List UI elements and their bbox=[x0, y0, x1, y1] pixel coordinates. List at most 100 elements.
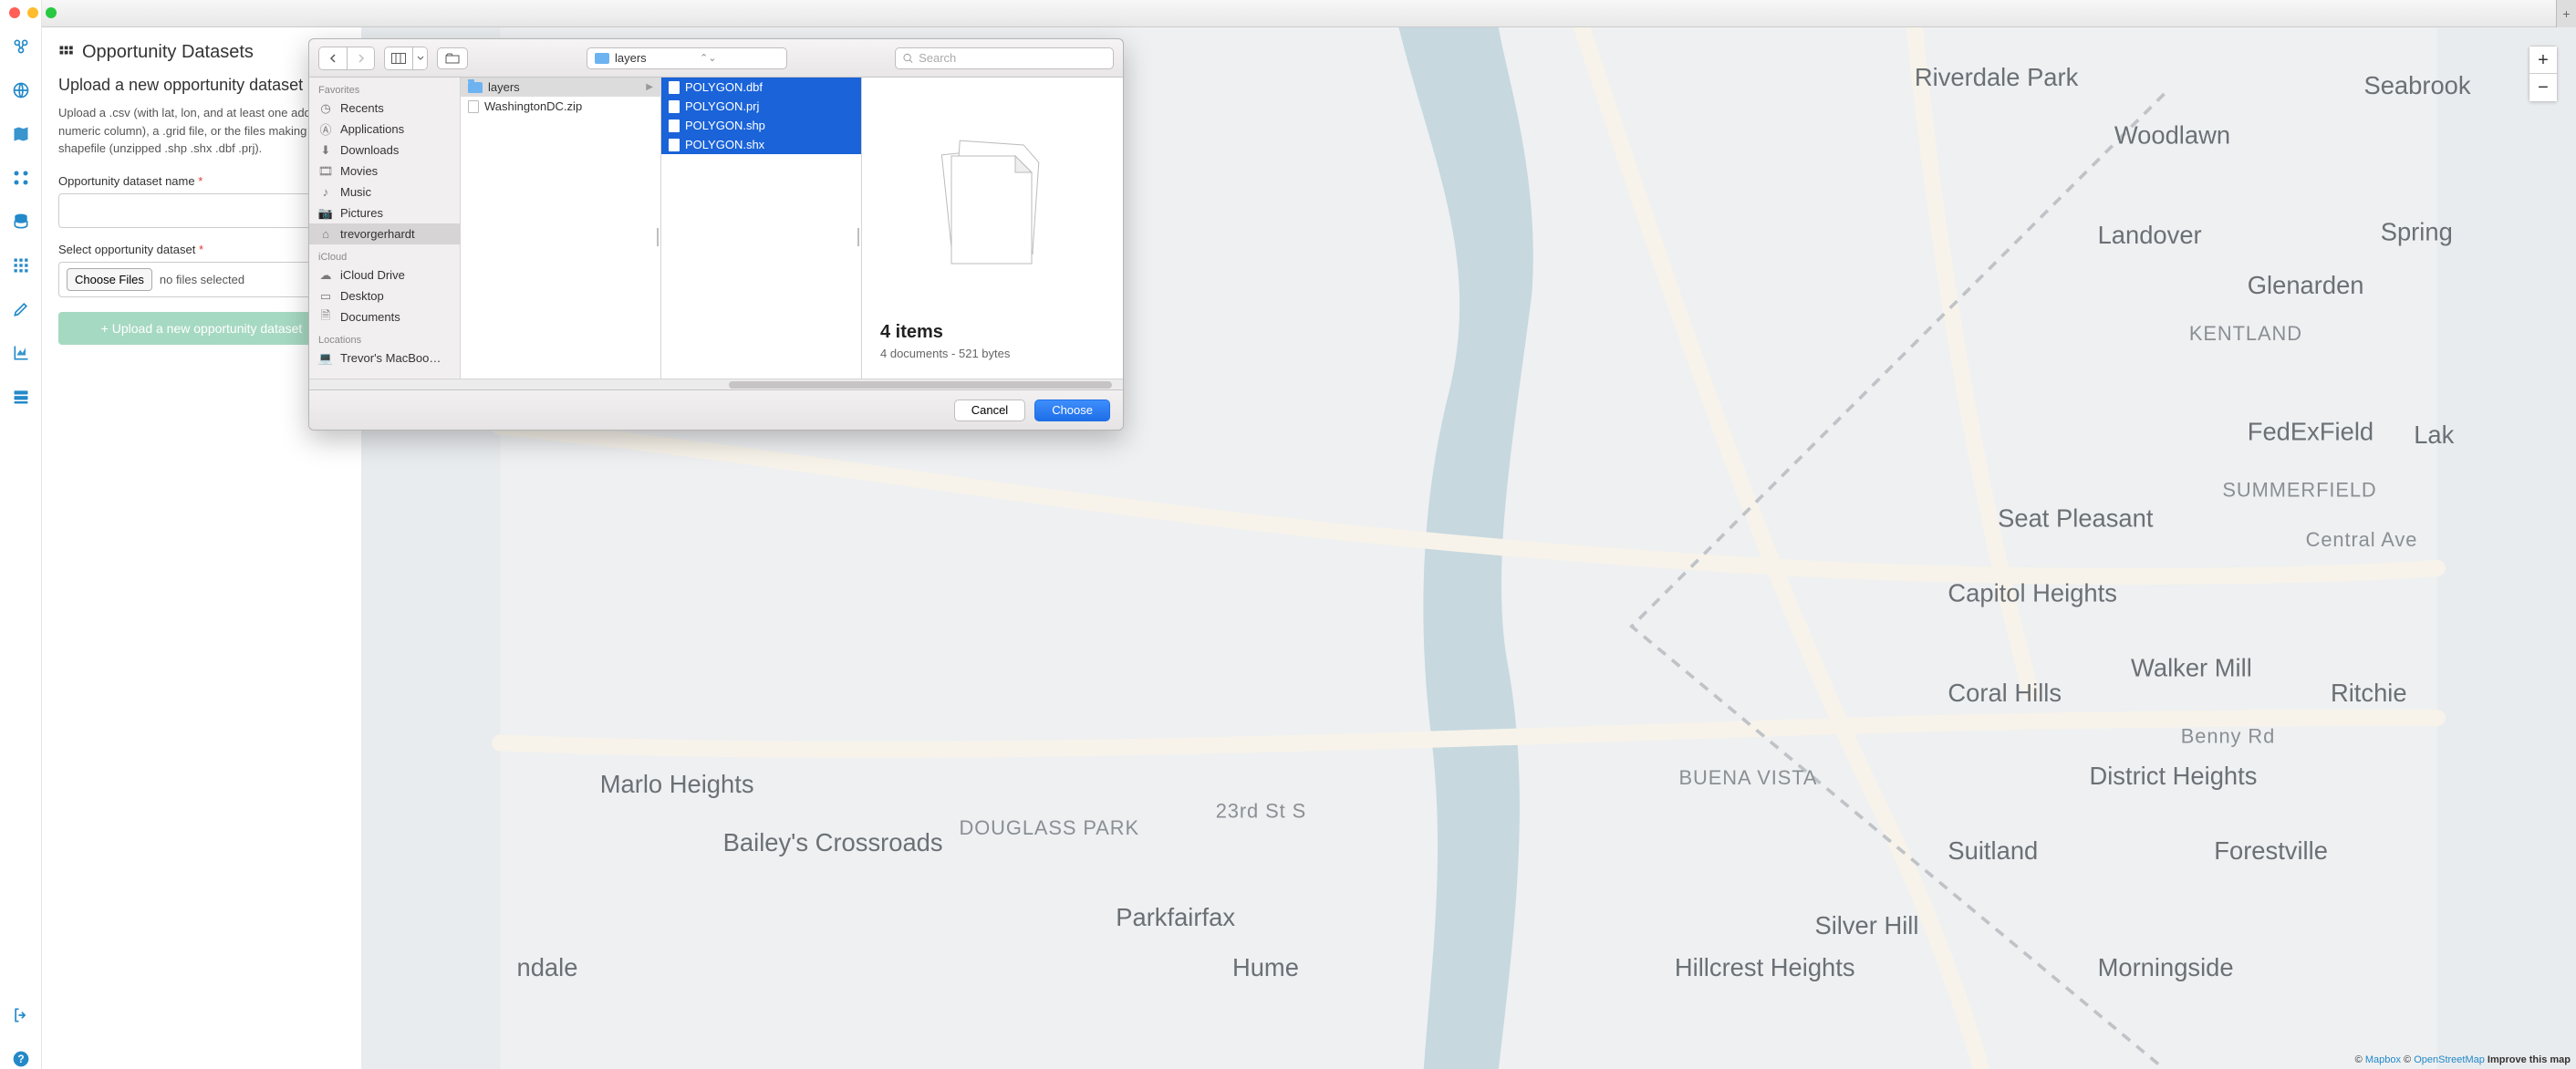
nav-rail: ? bbox=[0, 0, 42, 1069]
svg-text:Seabrook: Seabrook bbox=[2363, 71, 2470, 99]
list-item[interactable]: WashingtonDC.zip bbox=[461, 97, 660, 116]
sidebar-item-applications[interactable]: ⒶApplications bbox=[309, 119, 460, 140]
window-titlebar bbox=[0, 0, 2576, 27]
svg-text:District Heights: District Heights bbox=[2089, 762, 2257, 790]
svg-text:Central Ave: Central Ave bbox=[2306, 528, 2418, 551]
grid-icon bbox=[58, 45, 75, 61]
nav-grid-icon[interactable] bbox=[11, 255, 31, 275]
svg-text:Woodlawn: Woodlawn bbox=[2114, 121, 2230, 150]
svg-text:Capitol Heights: Capitol Heights bbox=[1948, 578, 2117, 607]
sidebar-item-machine[interactable]: 💻Trevor's MacBoo… bbox=[309, 348, 460, 368]
zoom-in-button[interactable]: + bbox=[2529, 47, 2557, 74]
file-icon bbox=[669, 100, 680, 113]
dataset-name-input[interactable] bbox=[58, 193, 345, 228]
zoom-out-button[interactable]: − bbox=[2529, 74, 2557, 101]
file-icon bbox=[669, 139, 680, 151]
dialog-toolbar: layers ⌃⌄ bbox=[309, 39, 1123, 78]
sidebar-item-desktop[interactable]: ▭Desktop bbox=[309, 285, 460, 306]
svg-text:SUMMERFIELD: SUMMERFIELD bbox=[2222, 478, 2376, 501]
nav-globe-icon[interactable] bbox=[11, 80, 31, 100]
svg-text:Forestville: Forestville bbox=[2214, 836, 2328, 865]
svg-text:Ritchie: Ritchie bbox=[2331, 679, 2407, 707]
movie-icon: 🎞 bbox=[318, 165, 333, 178]
svg-text:Bailey's Crossroads: Bailey's Crossroads bbox=[723, 828, 943, 856]
svg-text:Morningside: Morningside bbox=[2098, 953, 2234, 981]
list-item-label: POLYGON.shp bbox=[685, 119, 765, 132]
nav-back-forward bbox=[318, 47, 375, 70]
desktop-icon: ▭ bbox=[318, 290, 333, 303]
horizontal-scrollbar[interactable] bbox=[309, 379, 1123, 389]
panel-subtitle: Upload a new opportunity dataset bbox=[58, 76, 345, 95]
columns-view-icon[interactable] bbox=[385, 47, 412, 69]
list-item-label: WashingtonDC.zip bbox=[484, 99, 582, 113]
nav-regions-icon[interactable] bbox=[11, 36, 31, 57]
upload-button[interactable]: + Upload a new opportunity dataset bbox=[58, 312, 345, 345]
search-input[interactable] bbox=[919, 51, 1106, 65]
nav-help-icon[interactable]: ? bbox=[11, 1049, 31, 1069]
download-icon: ⬇ bbox=[318, 144, 333, 157]
svg-text:Benny Rd: Benny Rd bbox=[2181, 724, 2275, 747]
dialog-column-2: POLYGON.dbf POLYGON.prj POLYGON.shp POLY… bbox=[661, 78, 862, 379]
folder-icon bbox=[468, 82, 483, 93]
svg-text:?: ? bbox=[17, 1053, 24, 1065]
nav-logout-icon[interactable] bbox=[11, 1005, 31, 1025]
svg-text:Lak: Lak bbox=[2414, 420, 2454, 449]
list-item[interactable]: POLYGON.prj bbox=[661, 97, 861, 116]
path-selector[interactable]: layers ⌃⌄ bbox=[587, 47, 787, 69]
svg-text:Marlo Heights: Marlo Heights bbox=[600, 770, 754, 798]
sidebar-header-favorites: Favorites bbox=[309, 78, 460, 98]
list-item[interactable]: POLYGON.dbf bbox=[661, 78, 861, 97]
list-item-label: POLYGON.shx bbox=[685, 138, 764, 151]
nav-network-icon[interactable] bbox=[11, 168, 31, 188]
list-item[interactable]: layers ▶ bbox=[461, 78, 660, 97]
app-icon: Ⓐ bbox=[318, 123, 333, 136]
view-dropdown-icon[interactable] bbox=[412, 47, 427, 69]
column-resize-handle[interactable] bbox=[857, 228, 862, 246]
list-item[interactable]: POLYGON.shx bbox=[661, 135, 861, 154]
dialog-footer: Cancel Choose bbox=[309, 389, 1123, 430]
camera-icon: 📷 bbox=[318, 207, 333, 220]
sidebar-item-movies[interactable]: 🎞Movies bbox=[309, 161, 460, 182]
improve-map-link[interactable]: Improve this map bbox=[2485, 1054, 2571, 1065]
forward-button[interactable] bbox=[347, 47, 374, 69]
view-mode-segment[interactable] bbox=[384, 47, 428, 70]
nav-chart-icon[interactable] bbox=[11, 343, 31, 363]
mapbox-link[interactable]: Mapbox bbox=[2365, 1054, 2401, 1065]
path-label: layers bbox=[615, 51, 694, 65]
new-tab-button[interactable]: + bbox=[2556, 0, 2576, 27]
sidebar-item-downloads[interactable]: ⬇Downloads bbox=[309, 140, 460, 161]
minimize-window-icon[interactable] bbox=[27, 7, 38, 18]
back-button[interactable] bbox=[319, 47, 347, 69]
sidebar-item-recents[interactable]: ◷Recents bbox=[309, 98, 460, 119]
choose-button[interactable]: Choose bbox=[1034, 400, 1110, 421]
list-item[interactable]: POLYGON.shp bbox=[661, 116, 861, 135]
clock-icon: ◷ bbox=[318, 102, 333, 115]
close-window-icon[interactable] bbox=[9, 7, 20, 18]
svg-text:ndale: ndale bbox=[517, 953, 578, 981]
svg-text:Glenarden: Glenarden bbox=[2248, 271, 2364, 299]
sidebar-item-home[interactable]: ⌂trevorgerhardt bbox=[309, 223, 460, 244]
list-item-label: POLYGON.prj bbox=[685, 99, 759, 113]
file-icon bbox=[468, 100, 479, 113]
svg-text:Hillcrest Heights: Hillcrest Heights bbox=[1675, 953, 1855, 981]
nav-map-icon[interactable] bbox=[11, 124, 31, 144]
osm-link[interactable]: OpenStreetMap bbox=[2414, 1054, 2485, 1065]
cancel-button[interactable]: Cancel bbox=[954, 400, 1025, 421]
sidebar-item-pictures[interactable]: 📷Pictures bbox=[309, 202, 460, 223]
nav-edit-icon[interactable] bbox=[11, 299, 31, 319]
sidebar-item-music[interactable]: ♪Music bbox=[309, 182, 460, 202]
preview-subtitle: 4 documents - 521 bytes bbox=[880, 347, 1105, 360]
maximize-window-icon[interactable] bbox=[46, 7, 57, 18]
search-field[interactable] bbox=[895, 47, 1114, 69]
music-icon: ♪ bbox=[318, 186, 333, 199]
scrollbar-thumb[interactable] bbox=[729, 381, 1112, 389]
window-controls bbox=[9, 7, 57, 18]
nav-database-icon[interactable] bbox=[11, 212, 31, 232]
svg-text:Walker Mill: Walker Mill bbox=[2131, 653, 2252, 681]
dataset-name-label: Opportunity dataset name * bbox=[58, 174, 345, 188]
choose-files-button[interactable]: Choose Files bbox=[67, 268, 152, 291]
nav-server-icon[interactable] bbox=[11, 387, 31, 407]
group-icon[interactable] bbox=[437, 47, 468, 69]
sidebar-item-documents[interactable]: 🗎Documents bbox=[309, 306, 460, 327]
sidebar-item-icloud-drive[interactable]: ☁iCloud Drive bbox=[309, 265, 460, 285]
